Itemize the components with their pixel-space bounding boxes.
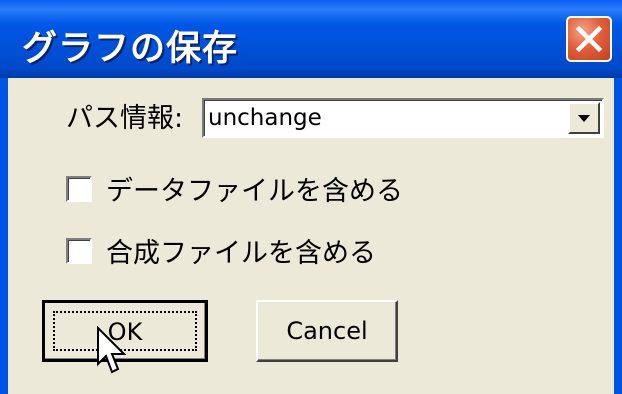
dropdown-button[interactable] xyxy=(568,102,600,134)
include-composite-file-option[interactable]: 合成ファイルを含める xyxy=(66,234,466,269)
include-data-file-checkbox[interactable] xyxy=(66,176,92,202)
cancel-button-label: Cancel xyxy=(286,317,368,345)
include-composite-file-label: 合成ファイルを含める xyxy=(106,238,376,269)
path-info-label: パス情報: xyxy=(66,103,184,134)
include-composite-file-checkbox[interactable] xyxy=(66,238,92,264)
path-info-select[interactable]: unchange xyxy=(202,98,604,138)
cancel-button[interactable]: Cancel xyxy=(256,300,398,362)
title-bar[interactable]: グラフの保存 xyxy=(0,0,622,78)
include-data-file-option[interactable]: データファイルを含める xyxy=(66,172,466,207)
ok-button-label: OK xyxy=(107,318,143,346)
close-icon xyxy=(575,25,603,53)
path-info-value: unchange xyxy=(208,105,322,131)
include-data-file-label: データファイルを含める xyxy=(106,176,403,207)
close-button[interactable] xyxy=(566,16,612,62)
dialog-title: グラフの保存 xyxy=(22,29,239,69)
chevron-down-icon xyxy=(578,115,590,122)
dialog-window: グラフの保存 パス情報: unchange データファイルを含める 合成ファイル… xyxy=(0,0,622,394)
dialog-body: パス情報: unchange データファイルを含める 合成ファイルを含める OK… xyxy=(8,78,614,394)
ok-button[interactable]: OK xyxy=(42,300,208,362)
